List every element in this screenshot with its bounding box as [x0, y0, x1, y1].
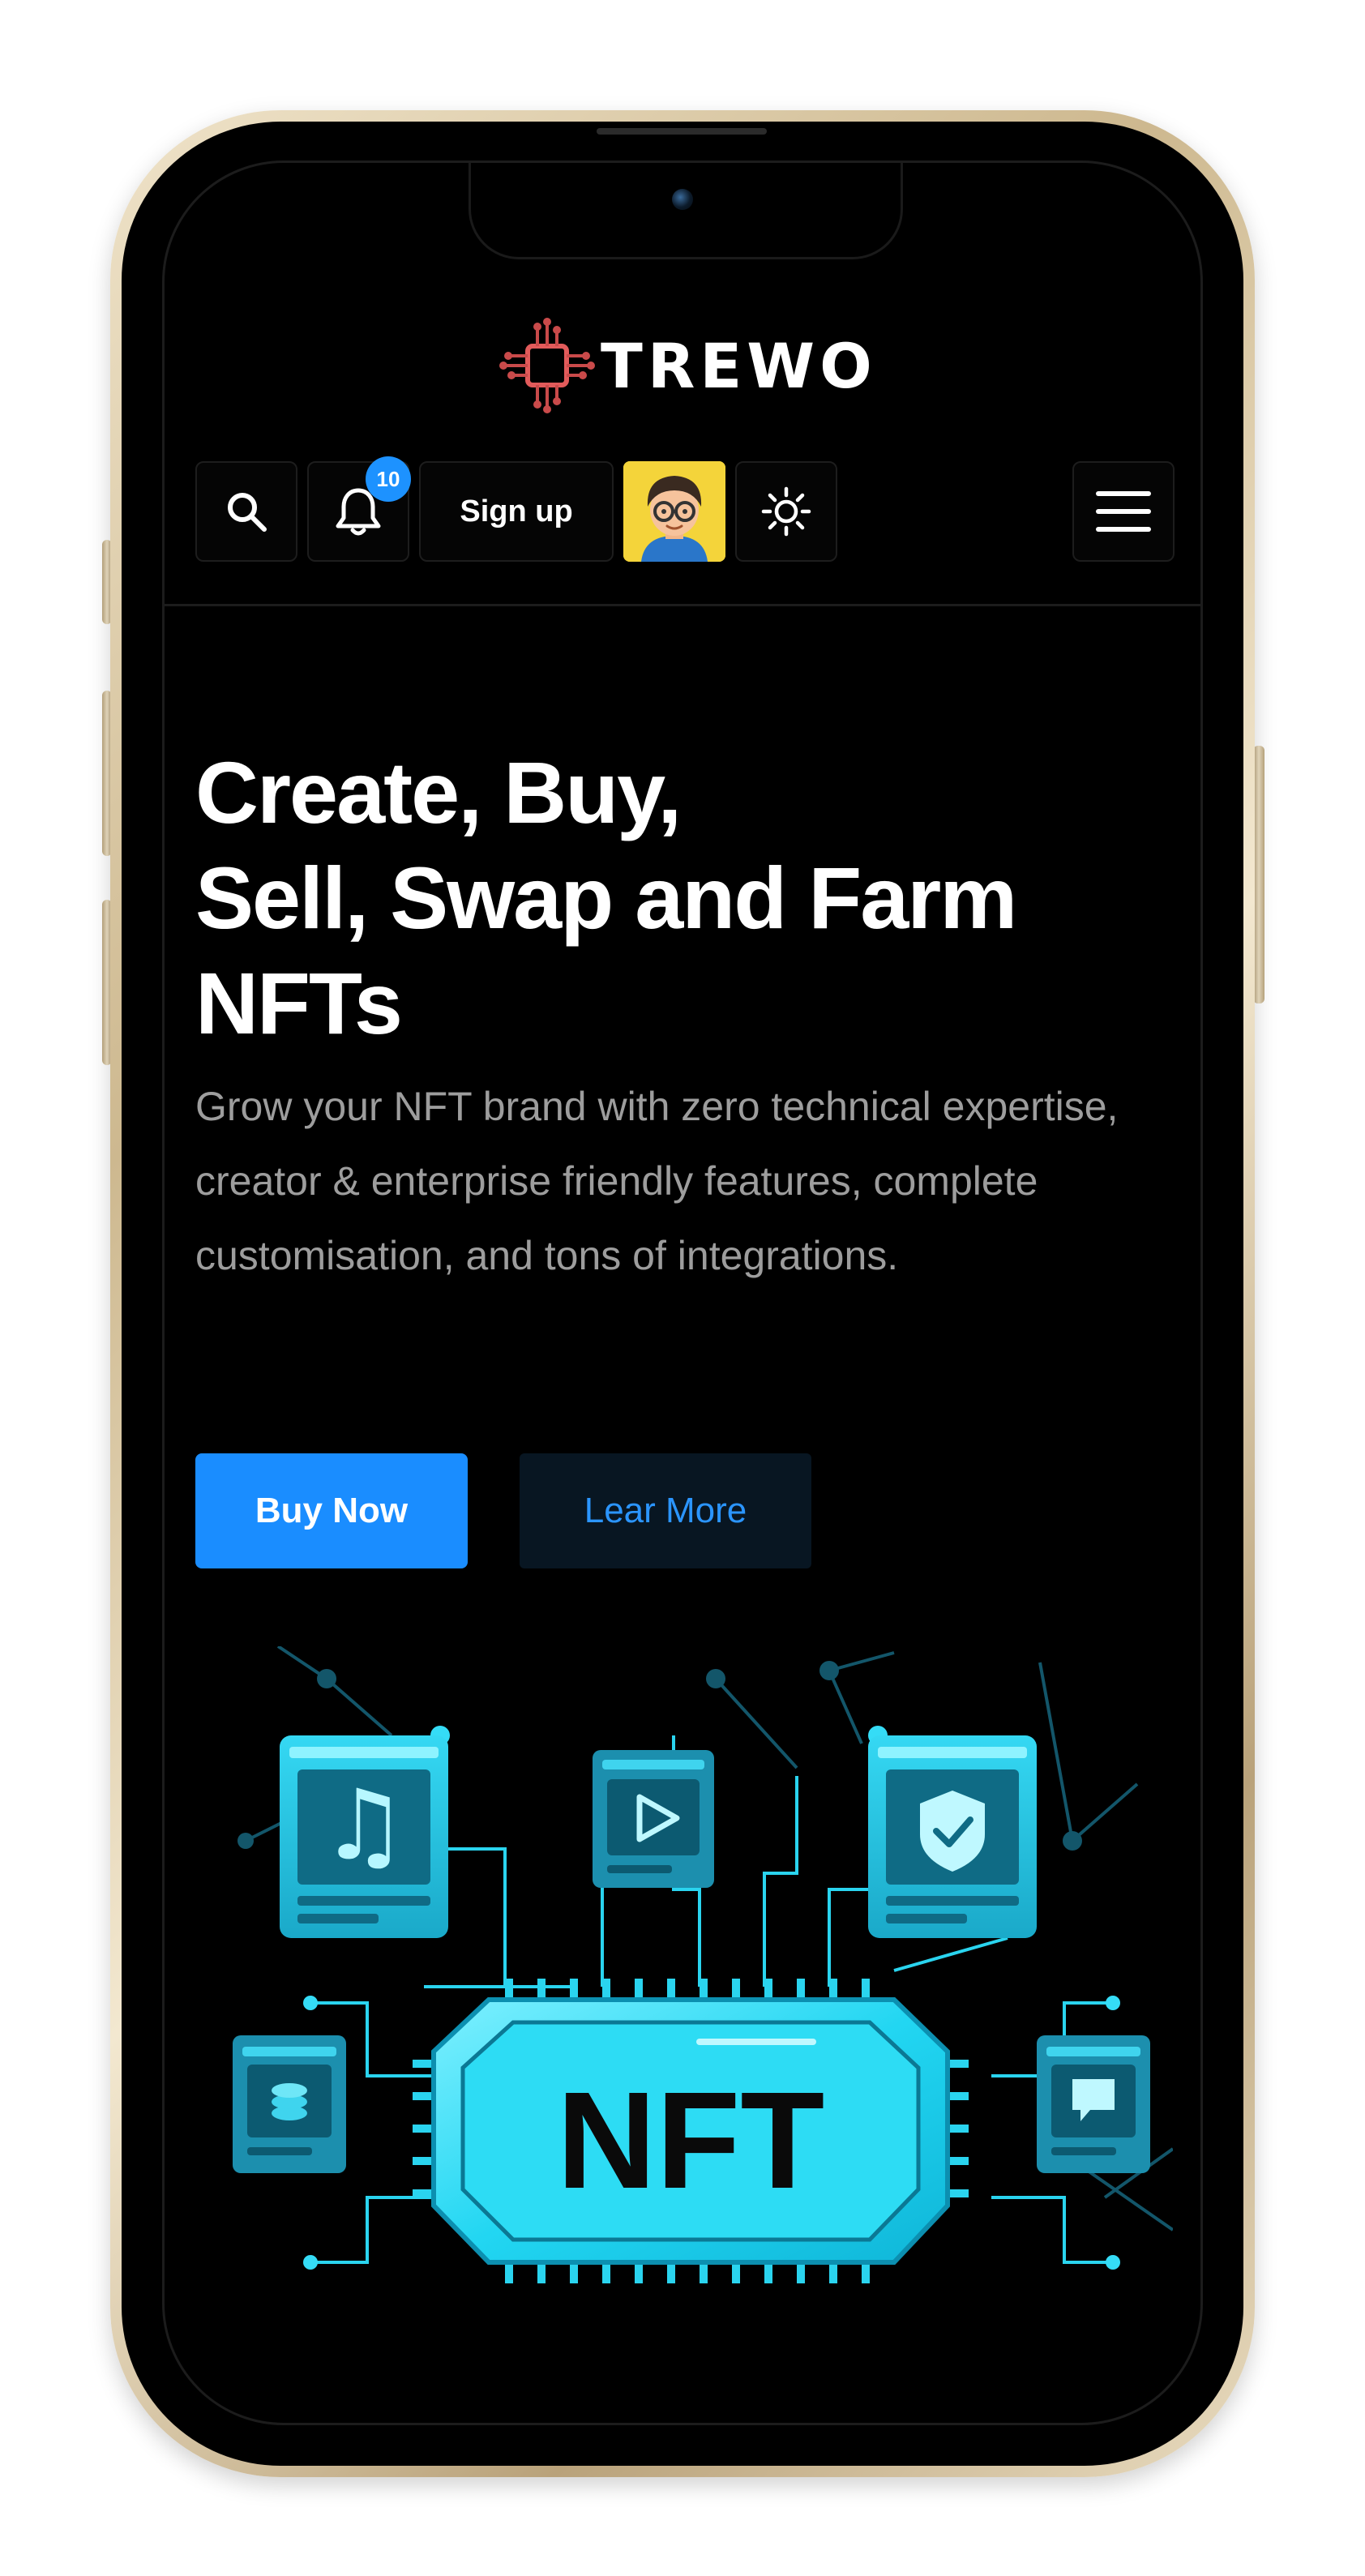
hero-description: Grow your NFT brand with zero technical … — [195, 1084, 1119, 1278]
hero-title-line: Sell, Swap and Farm — [195, 849, 1017, 947]
search-icon — [228, 493, 267, 532]
chip-logo-icon — [499, 318, 595, 413]
svg-text:♫: ♫ — [320, 1769, 408, 1882]
nft-chip-illustration: ♫ NFT — [233, 1646, 1173, 2283]
theme-toggle-button[interactable] — [735, 461, 837, 562]
top-toolbar: 10 Sign up — [195, 456, 1175, 563]
hamburger-icon — [1096, 491, 1151, 532]
header-divider — [165, 604, 1200, 606]
user-avatar[interactable] — [623, 461, 725, 562]
brand-name: TREWO — [601, 329, 877, 402]
phone-notch — [469, 163, 903, 259]
signup-button[interactable]: Sign up — [419, 461, 614, 562]
avatar-image — [623, 461, 725, 562]
phone-speaker — [597, 128, 767, 135]
nft-chip-label: NFT — [557, 2064, 824, 2218]
power-button — [1253, 746, 1264, 1003]
learn-more-button[interactable]: Lear More — [520, 1453, 811, 1568]
brand-logo[interactable]: TREWO — [497, 315, 877, 416]
phone-screen: TREWO 10 Sign up Create, Buy, Sell, Swap… — [162, 160, 1203, 2425]
hero-title-line: Create, Buy, — [195, 743, 682, 841]
buy-now-button[interactable]: Buy Now — [195, 1453, 468, 1568]
search-button[interactable] — [195, 461, 297, 562]
hero-title: Create, Buy, Sell, Swap and Farm NFTs — [195, 740, 1152, 1056]
notification-count-badge: 10 — [366, 456, 411, 502]
menu-button[interactable] — [1072, 461, 1175, 562]
sun-icon — [761, 486, 811, 537]
notifications-button[interactable]: 10 — [307, 456, 411, 562]
front-camera — [672, 189, 693, 210]
hero-title-line: NFTs — [195, 954, 403, 1052]
